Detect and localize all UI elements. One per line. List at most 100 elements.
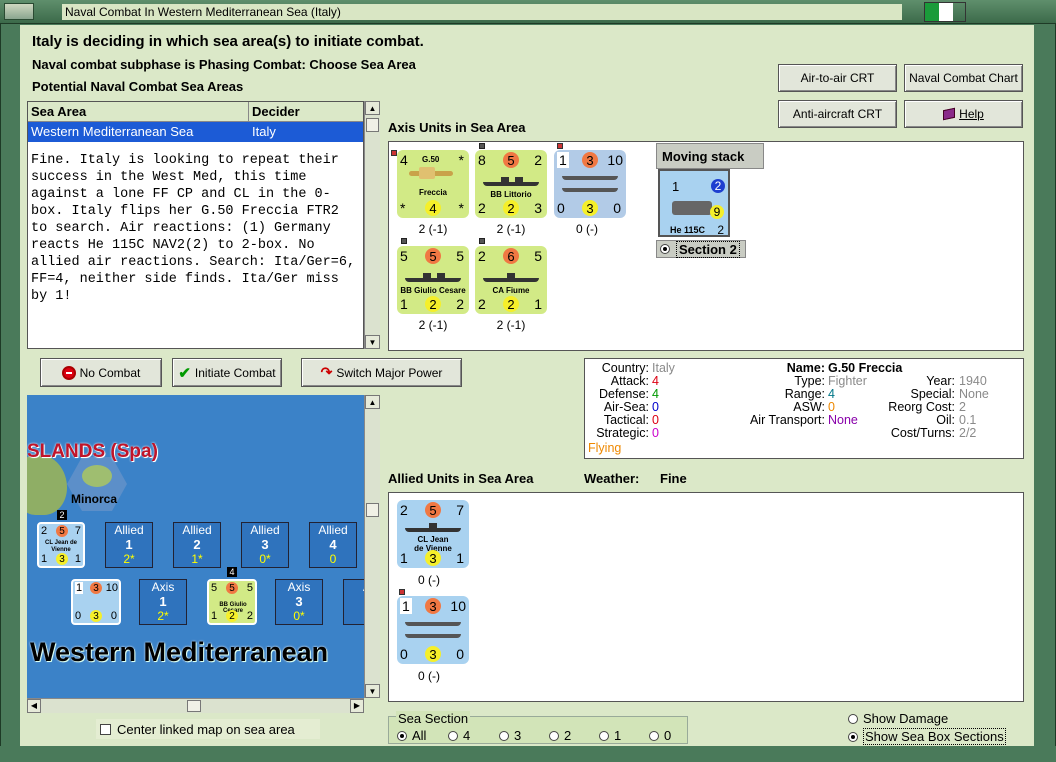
allied-box-4[interactable]: Allied 4 0 [309,522,357,568]
show-sections-radio[interactable]: Show Sea Box Sections [848,728,1006,745]
unit-top-left: 2 [400,502,408,518]
allied-box-2[interactable]: Allied 2 1* [173,522,221,568]
allied-box-1[interactable]: Allied 1 2* [105,522,153,568]
show-damage-label: Show Damage [863,711,949,726]
moving-stack-unit-he115c[interactable]: 1 2 9 He 115C 2 [658,169,730,237]
system-menu-button[interactable] [4,3,34,20]
unit-bb-giulio-cesare[interactable]: 5 5 5 BB Giulio Cesare 1 2 2 [397,246,469,314]
scroll-down-arrow-icon[interactable]: ▼ [365,684,380,698]
box-label: Allied [318,523,348,537]
scroll-up-arrow-icon[interactable]: ▲ [365,101,380,115]
strategic-value: 0 [652,426,659,440]
unit-top-mid: 3 [582,152,598,168]
air-to-air-label: Air-to-air CRT [800,71,875,85]
box-label: Axis [151,580,175,594]
destroyer-icon [562,170,618,180]
scroll-down-arrow-icon[interactable]: ▼ [365,335,380,349]
unit-top-left: 2 [478,248,486,264]
no-combat-button[interactable]: No Combat [40,358,162,387]
unit-name-2: Freccia [418,188,448,197]
anti-aircraft-crt-button[interactable]: Anti-aircraft CRT [778,100,897,128]
island-minorca [82,465,112,487]
show-damage-radio[interactable]: Show Damage [848,711,948,726]
box-value: 0 [329,552,337,566]
help-button[interactable]: Help [904,100,1023,128]
sea-section-option-4[interactable]: 4 [448,728,470,743]
naval-combat-chart-button[interactable]: Naval Combat Chart [904,64,1023,92]
box-value: 0* [293,609,305,623]
allied-box-3[interactable]: Allied 3 0* [241,522,289,568]
unit-g50-freccia[interactable]: 4 G.50 * Freccia * 4 * [397,150,469,218]
map-unit-bb-giulio-cesare[interactable]: 5 5 5 BB Giulio Cesare 1 2 2 [207,579,257,625]
unit-top-right: 2 [711,179,725,193]
scroll-right-arrow-icon[interactable]: ▶ [350,699,364,713]
unit-allied-destroyer-stack[interactable]: 1 3 10 0 3 0 [397,596,469,664]
unit-bottom-left: 2 [478,296,486,312]
anti-aircraft-label: Anti-aircraft CRT [792,107,883,121]
unit-ca-fiume[interactable]: 2 6 5 CA Fiume 2 2 1 [475,246,547,314]
sea-section-option-all[interactable]: All [397,728,426,743]
unit-name: He 115C [670,225,706,235]
unit-damage-label: 2 (-1) [418,222,448,236]
scroll-left-arrow-icon[interactable]: ◀ [27,699,41,713]
radio-dot-icon [649,730,659,741]
axis-units-label: Axis Units in Sea Area [388,120,526,135]
stack-count-badge: 2 [57,510,67,520]
unit-destroyer-stack[interactable]: 1 3 10 0 3 0 [554,150,626,218]
unit-marker [401,238,407,244]
scroll-thumb[interactable] [366,503,379,517]
battleship-icon [483,176,539,186]
h-scroll-thumb[interactable] [187,700,201,712]
unit-bottom-mid: 2 [503,296,519,312]
sea-section-option-1[interactable]: 1 [599,728,621,743]
box-value: 1* [191,552,203,566]
map-vertical-scrollbar[interactable]: ▲ ▼ [364,395,380,698]
sea-section-group: Sea Section All 4 3 2 1 0 [388,711,688,744]
switch-major-power-button[interactable]: ↷ Switch Major Power [301,358,462,387]
unit-top-mid: 5 [425,248,441,264]
destroyer-icon-2 [405,628,461,638]
map-unit-destroyer-stack[interactable]: 1 3 10 0 3 0 [71,579,121,625]
axis-box-partial[interactable]: A [343,579,364,625]
center-map-label: Center linked map on sea area [117,721,295,737]
axis-box-1[interactable]: Axis 1 2* [139,579,187,625]
linked-map[interactable]: SLANDS (Spa) Minorca 2 2 5 7 CL Jean de … [27,395,364,698]
unit-top-left: 5 [211,582,218,594]
sea-section-option-2[interactable]: 2 [549,728,571,743]
unit-top-right: * [458,152,464,168]
scroll-up-arrow-icon[interactable]: ▲ [365,395,380,409]
center-map-checkbox[interactable]: Center linked map on sea area [96,719,320,739]
initiate-combat-label: Initiate Combat [194,365,276,380]
unit-name: G.50 [422,155,440,164]
radio-dot-icon [848,731,858,742]
box-value: 2* [157,609,169,623]
unit-marker [479,238,485,244]
unit-top-mid: 5 [425,502,441,518]
map-unit-cl-jean-de-vienne[interactable]: 2 5 7 CL Jean de Vienne 1 3 1 [37,522,85,568]
unit-bottom-right: 2 [717,223,724,237]
map-horizontal-scrollbar[interactable]: ◀ ▶ [27,698,364,713]
seaplane-icon [672,201,712,215]
fighter-plane-icon [405,167,461,179]
sea-area-scrollbar[interactable]: ▲ ▼ [364,101,380,349]
allied-units-label: Allied Units in Sea Area [388,471,534,486]
table-row[interactable]: Western Mediterranean Sea Italy [28,122,363,142]
axis-box-3[interactable]: Axis 3 0* [275,579,323,625]
air-to-air-crt-button[interactable]: Air-to-air CRT [778,64,897,92]
sea-section-option-0[interactable]: 0 [649,728,671,743]
section-radio[interactable]: Section 2 [656,240,746,258]
box-value: 2* [123,552,135,566]
unit-top-right: 5 [534,248,542,264]
unit-bottom-right: 2 [456,296,464,312]
unit-bottom-mid: 2 [425,296,441,312]
option-label: 3 [514,728,522,743]
unit-bb-littorio[interactable]: 8 5 2 BB Littorio 2 2 3 [475,150,547,218]
stack-count-badge: 4 [227,567,237,577]
radio-dot-icon [397,730,407,741]
minorca-label: Minorca [71,492,118,506]
scroll-thumb[interactable] [366,118,379,132]
sea-section-option-3[interactable]: 3 [499,728,521,743]
initiate-combat-button[interactable]: ✔ Initiate Combat [172,358,282,387]
unit-cl-jean-de-vienne[interactable]: 2 5 7 CL Jean de Vienne 1 3 1 [397,500,469,568]
page-title: Italy is deciding in which sea area(s) t… [32,33,424,50]
